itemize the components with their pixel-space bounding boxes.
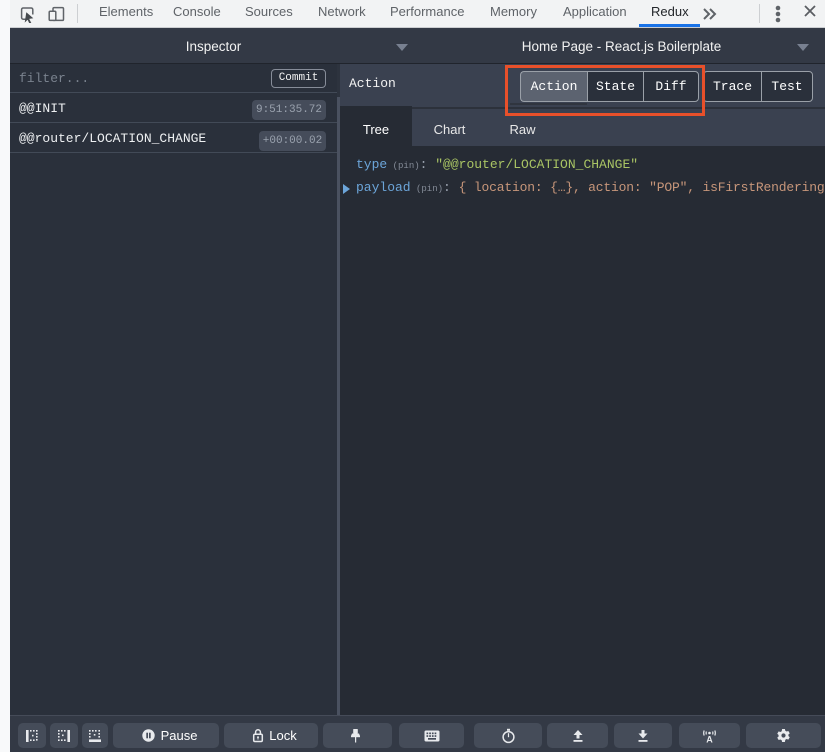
svg-text:A: A	[706, 735, 713, 745]
